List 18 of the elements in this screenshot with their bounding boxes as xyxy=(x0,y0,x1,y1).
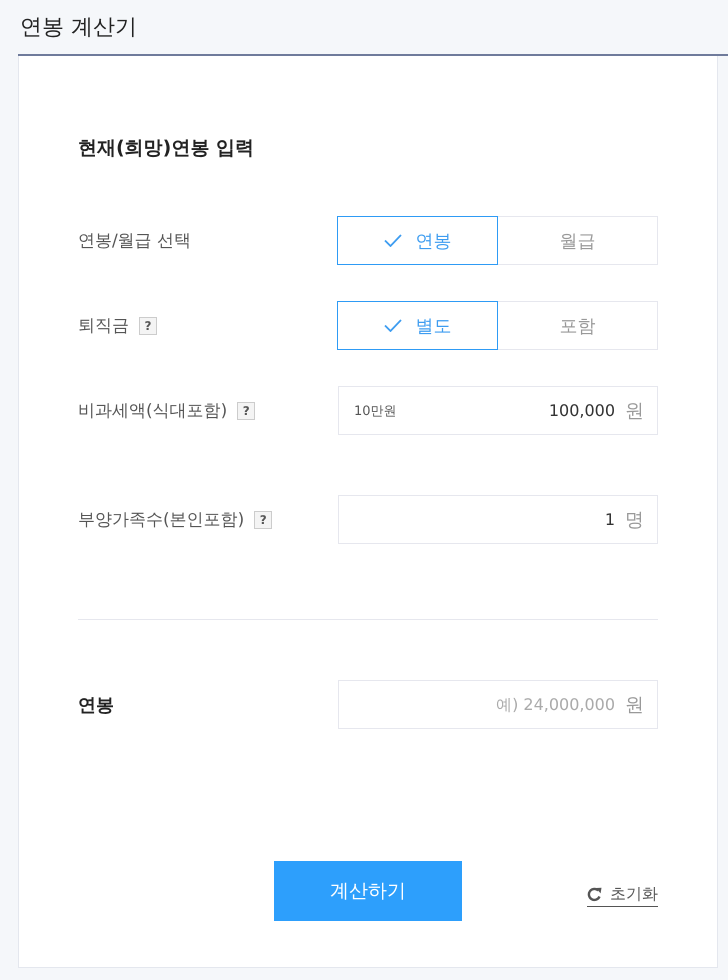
field-label: 연봉/월급 선택 xyxy=(78,230,192,252)
amount-caption: 10만원 xyxy=(354,402,397,420)
help-button[interactable]: ? xyxy=(237,402,256,420)
help-button[interactable]: ? xyxy=(139,316,157,334)
refresh-icon xyxy=(587,886,602,902)
unit-label: 명 xyxy=(625,508,644,532)
section-heading: 현재(희망)연봉 입력 xyxy=(78,136,255,160)
check-icon xyxy=(384,234,402,247)
salary-label: 연봉 xyxy=(78,694,114,716)
help-button[interactable]: ? xyxy=(254,510,272,528)
page-title: 연봉 계산기 xyxy=(20,14,137,42)
field-label: 비과세액(식대포함) xyxy=(78,400,228,422)
unit-label: 원 xyxy=(625,398,644,424)
unit-label: 원 xyxy=(625,692,644,718)
reset-link[interactable]: 초기화 xyxy=(587,884,658,906)
field-label: 퇴직금 xyxy=(78,315,129,337)
check-icon xyxy=(384,319,402,332)
field-label: 부양가족수(본인포함) xyxy=(78,509,244,531)
